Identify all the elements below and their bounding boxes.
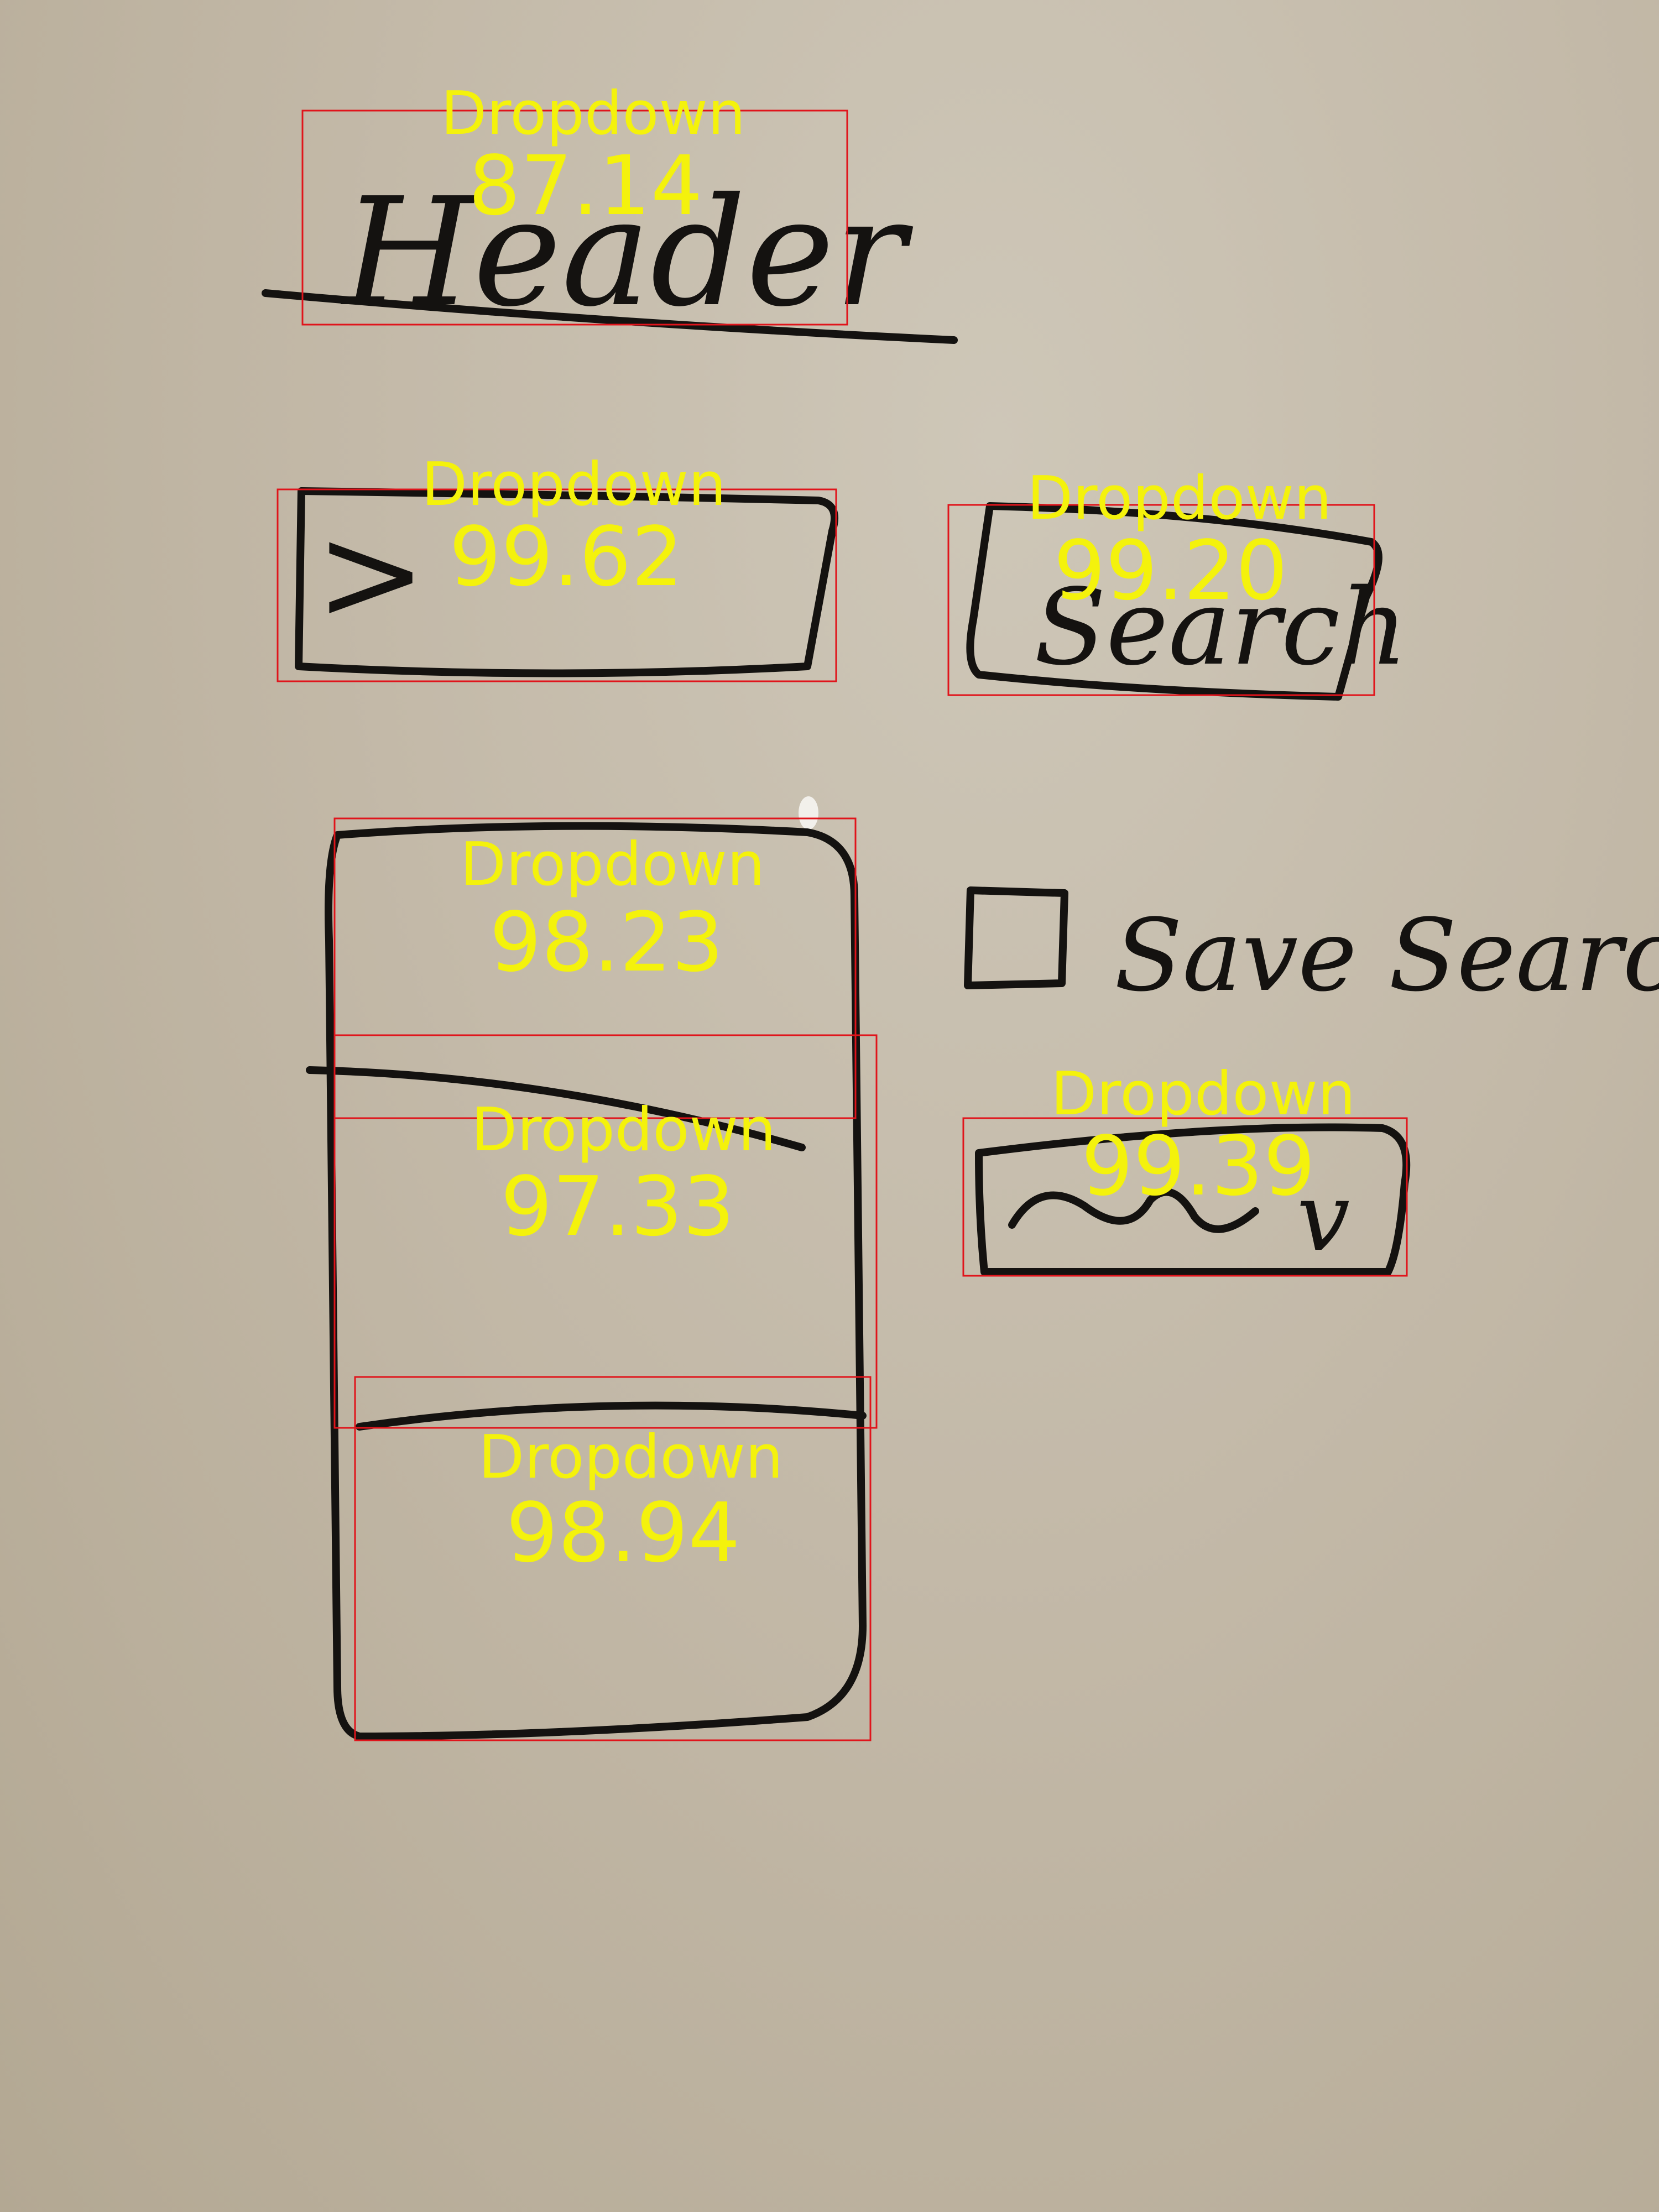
detection-6: Dropdown 98.94 [354, 1376, 872, 1741]
detection-4: Dropdown 97.33 [333, 1034, 878, 1429]
detection-score: 99.62 [449, 509, 684, 604]
checkbox-label: Save Search [1114, 898, 1659, 1014]
detection-label: Dropdown [460, 830, 765, 899]
detection-score: 97.33 [500, 1159, 735, 1254]
detection-score: 99.20 [1053, 523, 1288, 618]
sketch-checkbox: Save Search [964, 886, 1659, 1014]
glare-spot [799, 796, 818, 830]
checkbox-square-icon [964, 886, 1068, 989]
whiteboard-sketch: Header > Search Save Search v Dropdown 8… [262, 79, 1659, 1741]
detection-score: 98.23 [489, 895, 724, 990]
detection-label: Dropdown [478, 1423, 783, 1492]
detection-score: 87.14 [468, 138, 703, 233]
prompt-glyph: > [315, 496, 426, 651]
detection-label: Dropdown [471, 1095, 776, 1165]
detection-score: 98.94 [506, 1485, 740, 1580]
detection-score: 99.39 [1081, 1119, 1316, 1214]
